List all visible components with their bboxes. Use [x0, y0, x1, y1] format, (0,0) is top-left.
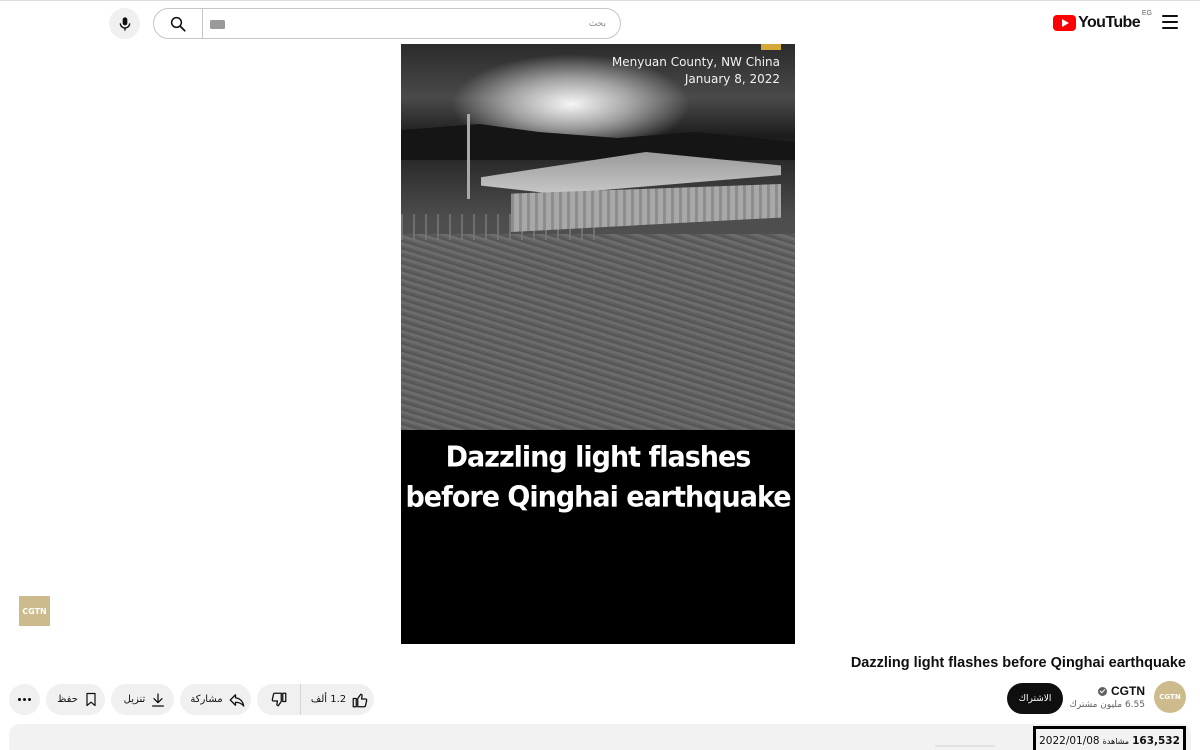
verified-badge-icon: [1098, 686, 1107, 696]
top-bar: YouTube EG: [0, 0, 1200, 44]
view-count-date[interactable]: 163,532 مشاهدة 2022/01/08: [1033, 726, 1186, 750]
publish-date: 2022/01/08: [1039, 735, 1100, 747]
like-button[interactable]: 1.2 ألف: [300, 684, 374, 715]
country-code: EG: [1141, 10, 1152, 17]
view-count-label: مشاهدة: [1102, 736, 1130, 746]
youtube-logo[interactable]: YouTube EG: [1053, 10, 1152, 33]
voice-search-button[interactable]: [109, 8, 140, 39]
share-button[interactable]: مشاركة: [180, 684, 251, 715]
channel-avatar[interactable]: CGTN: [1154, 681, 1186, 713]
more-actions-button[interactable]: [9, 684, 40, 715]
description-box[interactable]: [9, 724, 1191, 750]
download-icon: [152, 692, 165, 707]
dislike-button[interactable]: [257, 684, 300, 715]
video-title: Dazzling light flashes before Qinghai ea…: [850, 655, 1186, 671]
video-overlay-date: January 8, 2022: [684, 72, 780, 86]
search-button[interactable]: [153, 8, 203, 39]
like-dislike-group: 1.2 ألف: [257, 684, 374, 715]
keyboard-icon[interactable]: [210, 20, 225, 29]
youtube-play-icon: [1053, 15, 1077, 31]
microphone-icon: [119, 16, 130, 31]
search-box[interactable]: [202, 8, 621, 39]
save-button[interactable]: حفظ: [46, 684, 105, 715]
share-icon: [229, 693, 245, 707]
thumbs-up-icon: [352, 693, 368, 707]
video-player[interactable]: Menyuan County, NW China January 8, 2022…: [401, 44, 795, 644]
channel-watermark-logo[interactable]: CGTN: [19, 596, 50, 626]
youtube-wordmark: YouTube: [1078, 14, 1140, 31]
channel-name[interactable]: CGTN: [1098, 684, 1145, 698]
subscriber-count: 6.55 مليون مشترك: [1069, 700, 1146, 710]
like-count: 1.2 ألف: [310, 694, 347, 705]
video-caption: Dazzling light flashes before Qinghai ea…: [405, 441, 791, 514]
video-overlay-location: Menyuan County, NW China: [611, 55, 780, 69]
video-frame: Menyuan County, NW China January 8, 2022: [401, 44, 795, 430]
search-icon: [170, 16, 186, 32]
thumbs-down-icon: [271, 692, 286, 706]
more-dots-icon: [28, 698, 32, 701]
download-button[interactable]: تنزيل: [111, 684, 174, 715]
subscribe-button[interactable]: الاشتراك: [1007, 683, 1063, 714]
view-count: 163,532: [1132, 735, 1180, 747]
bookmark-icon: [86, 692, 96, 707]
search-input[interactable]: [230, 9, 620, 38]
menu-icon[interactable]: [1162, 15, 1178, 29]
